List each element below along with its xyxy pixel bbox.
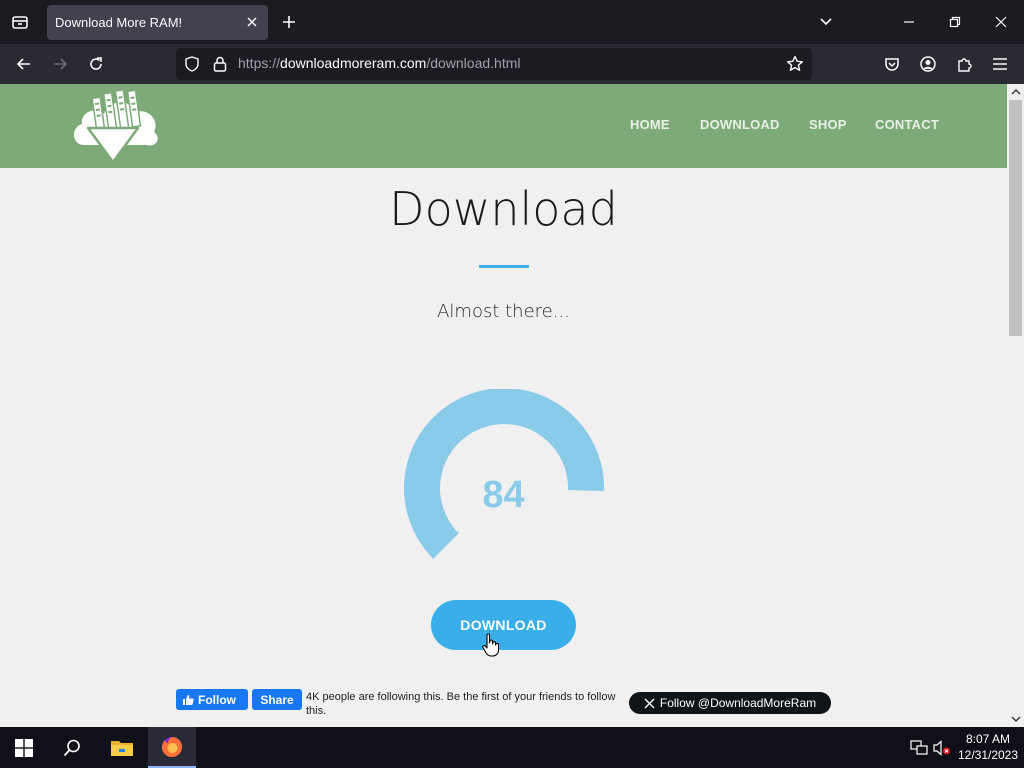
site-header: HOME DOWNLOAD SHOP CONTACT	[0, 84, 1007, 168]
site-logo[interactable]	[70, 90, 160, 165]
arrow-right-icon	[54, 58, 68, 70]
page-viewport: HOME DOWNLOAD SHOP CONTACT Download Almo…	[0, 84, 1007, 727]
plus-icon	[283, 16, 295, 28]
forward-button[interactable]	[46, 50, 74, 78]
taskbar-file-explorer[interactable]	[98, 727, 146, 768]
scroll-down-button[interactable]	[1007, 711, 1024, 727]
system-clock[interactable]: 8:07 AM 12/31/2023	[956, 731, 1020, 763]
taskbar: 8:07 AM 12/31/2023	[0, 727, 1024, 768]
browser-titlebar: Download More RAM!	[0, 0, 1024, 44]
nav-download[interactable]: DOWNLOAD	[700, 117, 780, 132]
pocket-icon	[885, 58, 899, 71]
title-divider	[479, 265, 529, 268]
folder-icon	[111, 740, 133, 756]
clock-date: 12/31/2023	[957, 748, 1019, 762]
puzzle-icon	[958, 58, 972, 72]
nav-shop[interactable]: SHOP	[809, 117, 847, 132]
facebook-follow-text: 4K people are following this. Be the fir…	[306, 691, 616, 717]
address-bar[interactable]: https://downloadmoreram.com/download.htm…	[176, 48, 812, 80]
url-scheme: https://	[238, 55, 281, 71]
facebook-follow-label: Follow	[198, 692, 236, 707]
tab-title: Download More RAM!	[55, 15, 183, 30]
arrow-left-icon	[16, 58, 30, 70]
lock-icon[interactable]	[212, 55, 228, 73]
x-follow-button[interactable]: Follow @DownloadMoreRam	[629, 692, 831, 714]
list-all-tabs-button[interactable]	[4, 6, 36, 38]
firefox-icon	[162, 736, 182, 757]
x-logo-icon	[644, 698, 655, 708]
hamburger-menu-icon	[993, 58, 1007, 70]
close-icon	[247, 17, 257, 27]
close-icon	[995, 16, 1007, 28]
account-icon	[920, 56, 936, 72]
reload-button[interactable]	[82, 50, 110, 78]
tab-list-icon	[12, 16, 28, 29]
chevron-down-icon	[1011, 716, 1020, 722]
chevron-up-icon	[1011, 89, 1020, 95]
volume-muted-icon[interactable]	[933, 740, 951, 756]
tab-overflow-button[interactable]	[812, 8, 840, 36]
menu-button[interactable]	[986, 50, 1014, 78]
pocket-button[interactable]	[878, 50, 906, 78]
restore-button[interactable]	[941, 8, 969, 36]
url-text[interactable]: https://downloadmoreram.com/download.htm…	[238, 55, 521, 71]
close-window-button[interactable]	[987, 8, 1015, 36]
restore-icon	[949, 16, 961, 28]
nav-contact[interactable]: CONTACT	[875, 117, 939, 132]
hand-cursor-icon	[482, 633, 500, 657]
account-button[interactable]	[914, 50, 942, 78]
status-text: Almost there...	[437, 301, 570, 322]
minimize-button[interactable]	[895, 8, 923, 36]
search-icon	[63, 739, 80, 756]
tab-active[interactable]: Download More RAM!	[47, 5, 268, 40]
start-button[interactable]	[0, 727, 48, 768]
minimize-icon	[904, 21, 914, 23]
browser-toolbar: https://downloadmoreram.com/download.htm…	[0, 44, 1024, 84]
back-button[interactable]	[10, 50, 38, 78]
url-path: /download.html	[426, 55, 521, 71]
network-icon[interactable]	[910, 740, 928, 756]
chevron-down-icon	[820, 18, 832, 26]
reload-icon	[90, 57, 102, 70]
page-title: Download	[389, 182, 618, 236]
clock-time: 8:07 AM	[965, 732, 1011, 746]
scroll-up-button[interactable]	[1007, 84, 1024, 100]
taskbar-firefox[interactable]	[148, 727, 196, 768]
bookmark-star-icon[interactable]	[786, 55, 804, 73]
progress-value: 84	[482, 474, 525, 516]
download-button[interactable]: DOWNLOAD	[431, 600, 576, 650]
x-follow-label: Follow @DownloadMoreRam	[659, 696, 817, 710]
extensions-button[interactable]	[950, 50, 978, 78]
tab-close-button[interactable]	[244, 14, 260, 30]
nav-home[interactable]: HOME	[630, 117, 670, 132]
shield-icon[interactable]	[184, 56, 200, 72]
scrollbar-thumb[interactable]	[1009, 100, 1022, 336]
facebook-follow-button[interactable]: Follow	[176, 689, 248, 710]
url-domain: downloadmoreram.com	[280, 55, 427, 71]
thumbs-up-icon	[183, 694, 194, 705]
taskbar-search-button[interactable]	[48, 727, 96, 768]
facebook-share-button[interactable]: Share	[252, 689, 302, 710]
new-tab-button[interactable]	[278, 11, 300, 33]
windows-logo-icon	[15, 738, 33, 757]
